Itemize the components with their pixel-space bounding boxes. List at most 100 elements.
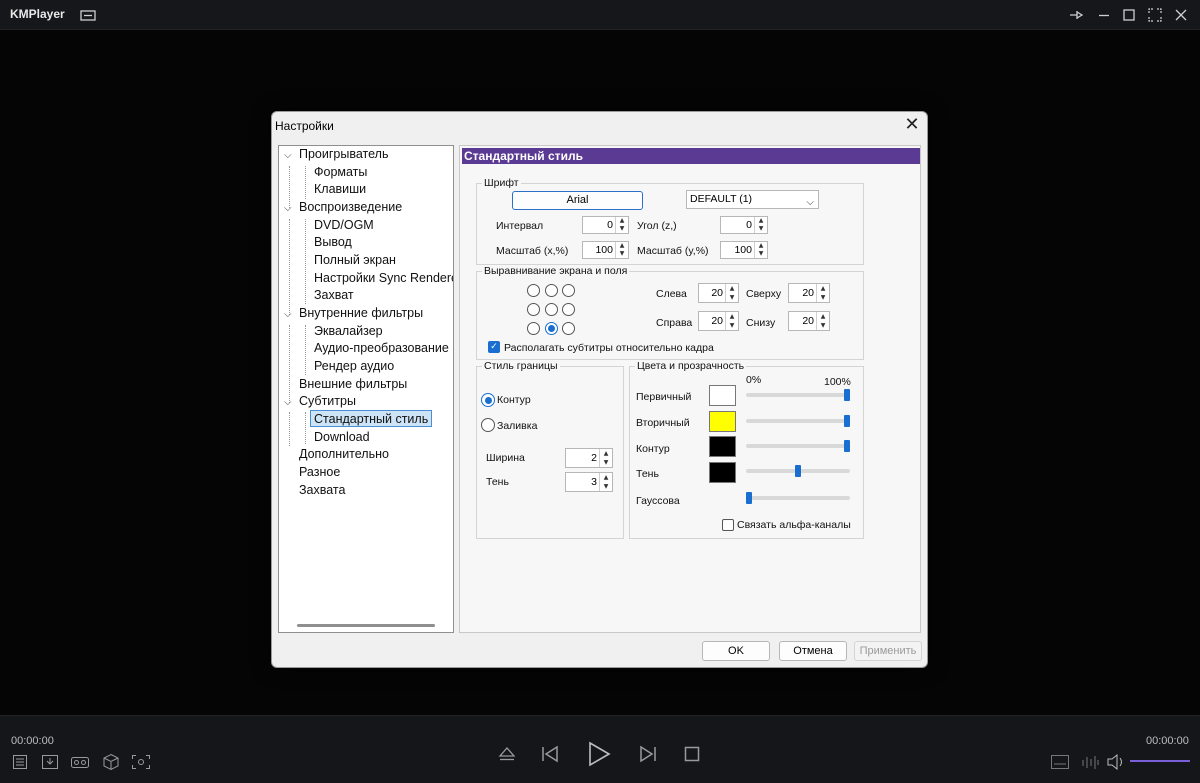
- tree-item-output[interactable]: Вывод: [314, 234, 352, 251]
- 3d-cube-icon[interactable]: [102, 753, 120, 771]
- margin-top-stepper[interactable]: 20 ▲ ▼: [788, 283, 830, 303]
- tree-item-internal-filters[interactable]: Внутренние фильтры: [299, 305, 423, 322]
- chevron-down-icon[interactable]: ⌵: [284, 204, 294, 214]
- ok-button[interactable]: OK: [702, 641, 770, 661]
- spin-up-icon[interactable]: ▲: [600, 449, 612, 458]
- spin-up-icon[interactable]: ▲: [600, 473, 612, 482]
- link-alpha-checkbox[interactable]: [722, 519, 734, 531]
- color-outline-swatch[interactable]: [709, 436, 736, 457]
- interval-stepper[interactable]: 0 ▲ ▼: [582, 216, 629, 234]
- spin-down-icon[interactable]: ▼: [600, 458, 612, 467]
- align-bottom-center-radio[interactable]: [545, 322, 558, 335]
- menu-icon[interactable]: [80, 7, 96, 23]
- color-primary-swatch[interactable]: [709, 385, 736, 406]
- spin-up-icon[interactable]: ▲: [755, 217, 767, 225]
- apply-button[interactable]: Применить: [854, 641, 922, 661]
- spin-down-icon[interactable]: ▼: [600, 482, 612, 491]
- align-top-right-radio[interactable]: [562, 284, 575, 297]
- cancel-button[interactable]: Отмена: [779, 641, 847, 661]
- align-middle-center-radio[interactable]: [545, 303, 558, 316]
- tree-item-download[interactable]: Download: [314, 429, 370, 446]
- playlist-icon[interactable]: [12, 754, 28, 770]
- spin-down-icon[interactable]: ▼: [616, 225, 628, 233]
- equalizer-icon[interactable]: [1080, 754, 1100, 770]
- dialog-close-icon[interactable]: ✕: [902, 115, 922, 135]
- spin-up-icon[interactable]: ▲: [726, 312, 738, 321]
- align-middle-left-radio[interactable]: [527, 303, 540, 316]
- capture-icon[interactable]: [131, 754, 151, 770]
- slider-thumb[interactable]: [844, 415, 850, 427]
- border-fill-label[interactable]: Заливка: [497, 420, 537, 432]
- spin-down-icon[interactable]: ▼: [726, 293, 738, 302]
- chevron-down-icon[interactable]: ⌵: [284, 398, 294, 408]
- margin-left-stepper[interactable]: 20 ▲ ▼: [698, 283, 739, 303]
- align-bottom-right-radio[interactable]: [562, 322, 575, 335]
- border-outline-label[interactable]: Контур: [497, 394, 531, 406]
- tree-item-equalizer[interactable]: Эквалайзер: [314, 323, 383, 340]
- tree-item-standard-style[interactable]: Стандартный стиль: [310, 410, 433, 427]
- maximize-icon[interactable]: [1121, 7, 1137, 23]
- subtitle-icon[interactable]: [1050, 754, 1070, 770]
- border-shadow-stepper[interactable]: 3 ▲ ▼: [565, 472, 613, 492]
- spin-up-icon[interactable]: ▲: [616, 242, 628, 250]
- spin-down-icon[interactable]: ▼: [616, 250, 628, 258]
- align-top-left-radio[interactable]: [527, 284, 540, 297]
- charset-select[interactable]: DEFAULT (1) ⌵: [686, 190, 819, 209]
- fullscreen-icon[interactable]: [1147, 7, 1163, 23]
- tree-item-fullscreen[interactable]: Полный экран: [314, 252, 396, 269]
- margin-right-stepper[interactable]: 20 ▲ ▼: [698, 311, 739, 331]
- relative-frame-checkbox[interactable]: ✓: [488, 341, 500, 353]
- tree-item-player[interactable]: Проигрыватель: [299, 146, 388, 163]
- chevron-down-icon[interactable]: ⌵: [284, 151, 294, 161]
- tree-item-advanced[interactable]: Дополнительно: [299, 446, 389, 463]
- tree-item-hotkeys[interactable]: Клавиши: [314, 181, 366, 198]
- color-secondary-swatch[interactable]: [709, 411, 736, 432]
- slider-thumb[interactable]: [844, 440, 850, 452]
- gaussian-slider[interactable]: [746, 492, 850, 504]
- tree-item-captures[interactable]: Захвата: [299, 482, 345, 499]
- tree-item-audio-render[interactable]: Рендер аудио: [314, 358, 394, 375]
- scale-y-stepper[interactable]: 100 ▲ ▼: [720, 241, 768, 259]
- eject-icon[interactable]: [498, 745, 516, 763]
- download-icon[interactable]: [41, 754, 59, 770]
- volume-icon[interactable]: [1106, 753, 1126, 771]
- slider-thumb[interactable]: [746, 492, 752, 504]
- margin-bottom-stepper[interactable]: 20 ▲ ▼: [788, 311, 830, 331]
- relative-frame-label[interactable]: Располагать субтитры относительно кадра: [504, 342, 714, 354]
- alpha-shadow-slider[interactable]: [746, 465, 850, 477]
- tree-item-audio-transform[interactable]: Аудио-преобразование: [314, 340, 449, 357]
- vr-icon[interactable]: [70, 754, 90, 770]
- border-width-stepper[interactable]: 2 ▲ ▼: [565, 448, 613, 468]
- next-icon[interactable]: [638, 744, 658, 764]
- border-fill-radio[interactable]: [481, 418, 495, 432]
- border-outline-radio[interactable]: [481, 393, 495, 407]
- tree-item-dvd-ogm[interactable]: DVD/OGM: [314, 217, 374, 234]
- alpha-outline-slider[interactable]: [746, 440, 850, 452]
- align-bottom-left-radio[interactable]: [527, 322, 540, 335]
- chevron-down-icon[interactable]: ⌵: [284, 310, 294, 320]
- spin-down-icon[interactable]: ▼: [726, 321, 738, 330]
- color-shadow-swatch[interactable]: [709, 462, 736, 483]
- spin-up-icon[interactable]: ▲: [817, 312, 829, 321]
- minimize-icon[interactable]: [1096, 7, 1112, 23]
- link-alpha-label[interactable]: Связать альфа-каналы: [737, 519, 851, 531]
- tree-item-external-filters[interactable]: Внешние фильтры: [299, 376, 407, 393]
- spin-up-icon[interactable]: ▲: [817, 284, 829, 293]
- alpha-primary-slider[interactable]: [746, 389, 850, 401]
- spin-up-icon[interactable]: ▲: [755, 242, 767, 250]
- tree-item-misc[interactable]: Разное: [299, 464, 340, 481]
- tree-item-formats[interactable]: Форматы: [314, 164, 367, 181]
- align-top-center-radio[interactable]: [545, 284, 558, 297]
- angle-stepper[interactable]: 0 ▲ ▼: [720, 216, 768, 234]
- slider-thumb[interactable]: [795, 465, 801, 477]
- alpha-secondary-slider[interactable]: [746, 415, 850, 427]
- previous-icon[interactable]: [540, 744, 560, 764]
- font-button[interactable]: Arial: [512, 191, 643, 210]
- slider-thumb[interactable]: [844, 389, 850, 401]
- pin-icon[interactable]: [1068, 7, 1084, 23]
- stop-icon[interactable]: [684, 746, 700, 762]
- close-icon[interactable]: [1173, 7, 1189, 23]
- spin-down-icon[interactable]: ▼: [755, 250, 767, 258]
- tree-item-subtitles[interactable]: Субтитры: [299, 393, 356, 410]
- spin-up-icon[interactable]: ▲: [616, 217, 628, 225]
